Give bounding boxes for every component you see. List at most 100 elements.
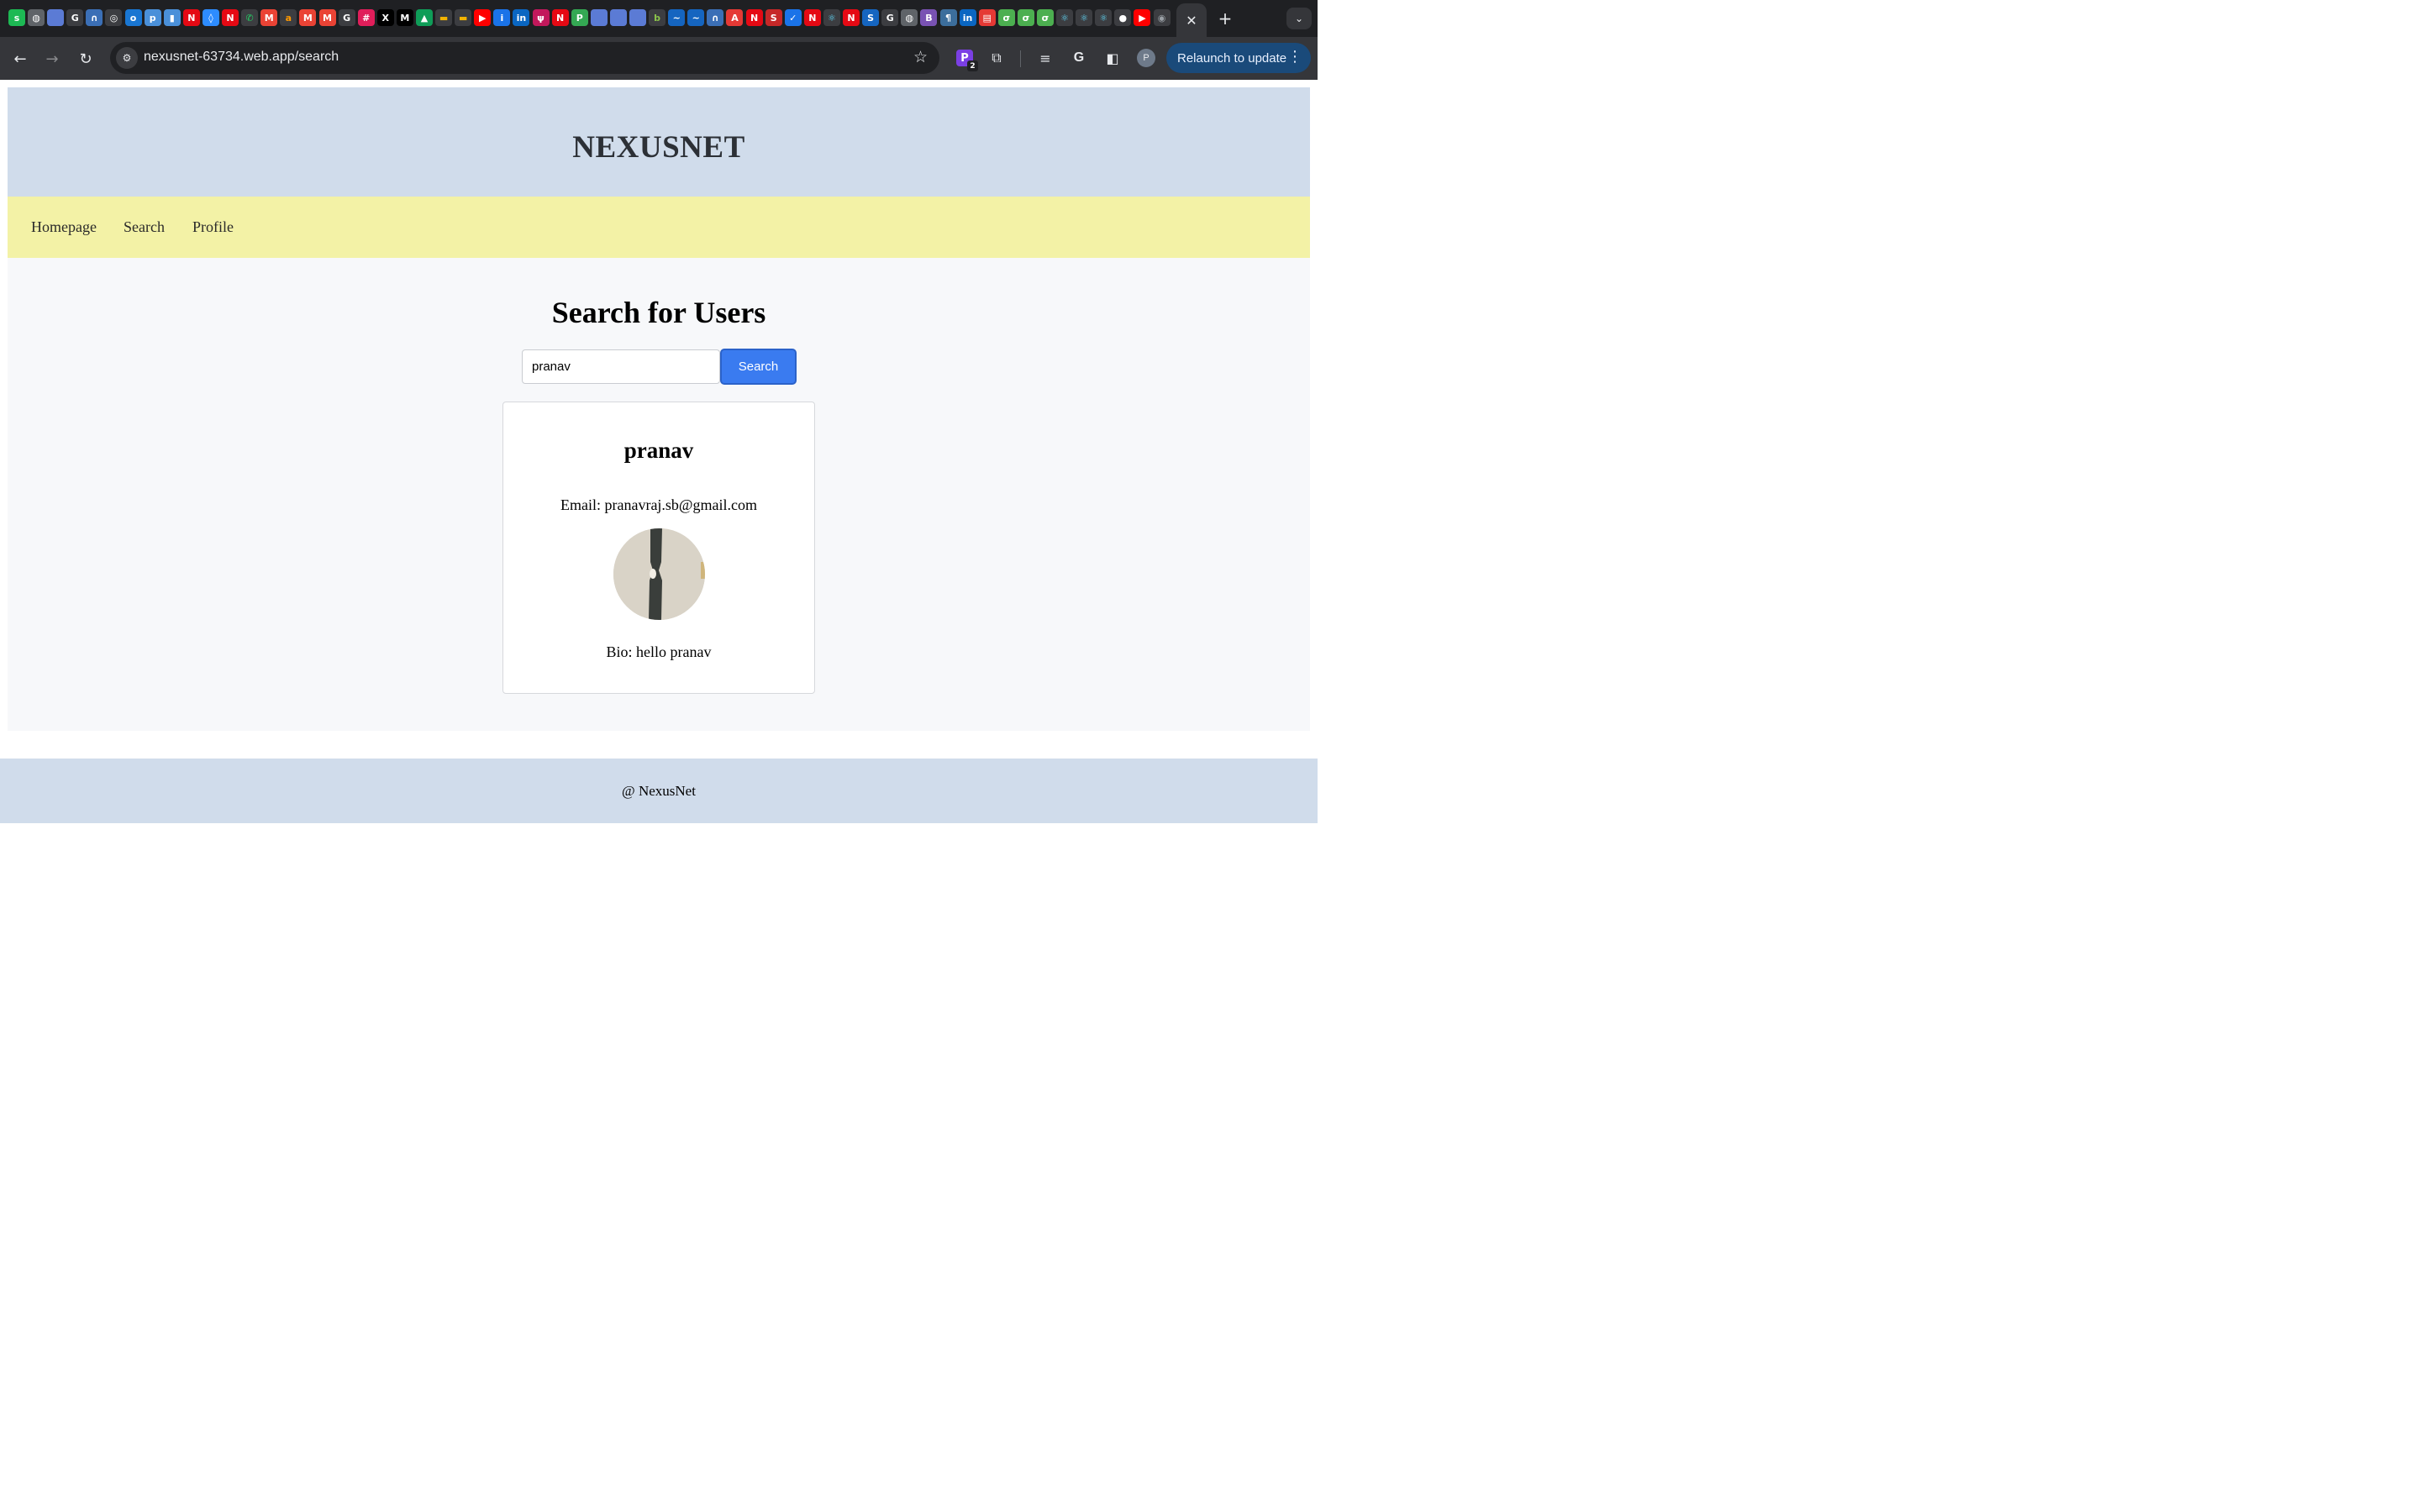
address-bar[interactable]: ⚙ nexusnet-63734.web.app/search ☆ xyxy=(110,42,939,74)
wave-icon[interactable]: ~ xyxy=(687,9,705,26)
outlook-icon[interactable]: o xyxy=(124,9,142,26)
active-tab[interactable]: ✕ xyxy=(1176,3,1207,37)
pinned-tabs: s ◍ G ∩ ◎ o p ▮ N ◊ N ✆ Ma M M G # X M ▲ ▬ ▬ ▶ i in ψ N Pb ~ ~ ∩ A N S ✓ N ⚛… xyxy=(8,9,1171,28)
calendar-icon[interactable]: ▤ xyxy=(978,9,996,26)
user-name: pranav xyxy=(623,438,694,463)
page-viewport: NEXUSNET Homepage Search Profile Search … xyxy=(0,80,1318,823)
user-email: Email: pranavraj.sb@gmail.com xyxy=(560,496,757,513)
media-controls-icon[interactable]: ≡ xyxy=(1035,48,1055,68)
react-icon[interactable]: ⚛ xyxy=(1076,9,1093,26)
forward-arrow-icon[interactable]: → xyxy=(40,47,64,71)
medium-icon[interactable]: M xyxy=(396,9,413,26)
site-header: NEXUSNET xyxy=(8,87,1310,197)
wave-icon[interactable]: ~ xyxy=(668,9,686,26)
check-icon[interactable]: ✓ xyxy=(784,9,802,26)
nav-homepage-link[interactable]: Homepage xyxy=(31,218,97,236)
react-icon[interactable]: ⚛ xyxy=(1056,9,1074,26)
site-footer: @ NexusNet xyxy=(0,759,1318,823)
slides-icon[interactable]: ▬ xyxy=(455,9,472,26)
headphones-icon[interactable]: ∩ xyxy=(707,9,724,26)
footer-copyright: @ NexusNet xyxy=(622,783,696,799)
google-icon[interactable]: G xyxy=(338,9,355,26)
doc-icon[interactable] xyxy=(609,9,627,26)
react-icon[interactable]: ⚛ xyxy=(1095,9,1113,26)
nav-search-link[interactable]: Search xyxy=(124,218,165,236)
youtube-icon[interactable]: ▶ xyxy=(1134,9,1151,26)
site-nav: Homepage Search Profile xyxy=(8,197,1310,258)
netflix-icon[interactable]: N xyxy=(182,9,200,26)
tab-search-icon[interactable]: ⌄ xyxy=(1286,8,1312,29)
extensions-puzzle-icon[interactable]: ⧉ xyxy=(986,48,1007,68)
bulb-icon[interactable]: ◊ xyxy=(202,9,219,26)
google-icon[interactable]: G xyxy=(66,9,84,26)
bootstrap-icon[interactable]: B xyxy=(920,9,938,26)
new-tab-button[interactable]: + xyxy=(1215,8,1235,29)
s-logo-icon[interactable]: S xyxy=(765,9,782,26)
leaf-icon[interactable]: b xyxy=(649,9,666,26)
site-title: NEXUSNET xyxy=(572,130,745,165)
mongodb-icon[interactable]: σ xyxy=(997,9,1015,26)
page-title: Search for Users xyxy=(551,296,766,329)
parking-icon[interactable]: p xyxy=(144,9,161,26)
google-lens-icon[interactable]: G xyxy=(1069,48,1089,68)
youtube-icon[interactable]: ▶ xyxy=(474,9,492,26)
google-icon[interactable]: G xyxy=(881,9,899,26)
chrome-icon[interactable]: ◉ xyxy=(1153,9,1171,26)
side-panel-icon[interactable]: ◧ xyxy=(1102,48,1123,68)
browser-toolbar: ← → ↻ ⚙ nexusnet-63734.web.app/search ☆ … xyxy=(0,37,1318,80)
adobe-icon[interactable]: A xyxy=(726,9,744,26)
netflix-icon[interactable]: N xyxy=(803,9,821,26)
profile-avatar[interactable]: P xyxy=(1137,49,1155,67)
search-input[interactable] xyxy=(522,349,720,384)
p-logo-icon[interactable]: P xyxy=(571,9,588,26)
user-result-card[interactable]: pranav Email: pranavraj.sb@gmail.com Bio… xyxy=(502,402,815,694)
search-button[interactable]: Search xyxy=(720,349,797,385)
extension-p-icon[interactable]: P 2 xyxy=(956,50,978,71)
site-settings-icon[interactable]: ⚙ xyxy=(116,47,138,69)
amazon-icon[interactable]: a xyxy=(280,9,297,26)
react-icon[interactable]: ⚛ xyxy=(823,9,840,26)
doc-icon[interactable] xyxy=(47,9,65,26)
trophy-icon[interactable]: ψ xyxy=(532,9,550,26)
chart-icon[interactable]: ▮ xyxy=(163,9,181,26)
code-icon[interactable]: ¶ xyxy=(939,9,957,26)
x-icon[interactable]: X xyxy=(376,9,394,26)
whatsapp-icon[interactable]: ✆ xyxy=(241,9,259,26)
doc-icon[interactable] xyxy=(629,9,646,26)
extension-badge-count: 2 xyxy=(967,60,978,71)
spotify-icon[interactable]: s xyxy=(8,9,25,26)
menu-kebab-icon[interactable]: ⋮ xyxy=(1287,48,1302,66)
netflix-icon[interactable]: N xyxy=(843,9,860,26)
bookmark-star-icon[interactable]: ☆ xyxy=(913,48,928,66)
globe-icon[interactable]: ◍ xyxy=(28,9,45,26)
avatar-photo xyxy=(613,528,705,620)
gmail-icon[interactable]: M xyxy=(318,9,336,26)
nav-profile-link[interactable]: Profile xyxy=(192,218,234,236)
slides-icon[interactable]: ▬ xyxy=(435,9,453,26)
mongodb-icon[interactable]: σ xyxy=(1036,9,1054,26)
netflix-icon[interactable]: N xyxy=(222,9,239,26)
user-bio: Bio: hello pranav xyxy=(606,643,712,660)
headphones-icon[interactable]: ∩ xyxy=(86,9,103,26)
relaunch-button[interactable]: Relaunch to update ⋮ xyxy=(1166,43,1311,73)
close-tab-icon[interactable]: ✕ xyxy=(1186,13,1197,29)
globe-icon[interactable]: ◍ xyxy=(901,9,918,26)
linkedin-icon[interactable]: in xyxy=(513,9,530,26)
netflix-icon[interactable]: N xyxy=(745,9,763,26)
gmail-icon[interactable]: M xyxy=(299,9,317,26)
gmail-icon[interactable]: M xyxy=(260,9,278,26)
browser-tabstrip: s ◍ G ∩ ◎ o p ▮ N ◊ N ✆ Ma M M G # X M ▲ ▬ ▬ ▶ i in ψ N Pb ~ ~ ∩ A N S ✓ N ⚛… xyxy=(0,0,1318,37)
mongodb-icon[interactable]: σ xyxy=(1017,9,1034,26)
github-icon[interactable]: ● xyxy=(1114,9,1132,26)
drive-icon[interactable]: ▲ xyxy=(415,9,433,26)
netflix-icon[interactable]: N xyxy=(551,9,569,26)
reload-icon[interactable]: ↻ xyxy=(74,47,97,71)
info-icon[interactable]: i xyxy=(493,9,511,26)
slack-icon[interactable]: # xyxy=(357,9,375,26)
doc-icon[interactable] xyxy=(590,9,608,26)
s-logo-icon[interactable]: S xyxy=(862,9,880,26)
url-text[interactable]: nexusnet-63734.web.app/search xyxy=(144,50,339,65)
linkedin-icon[interactable]: in xyxy=(959,9,976,26)
camera-icon[interactable]: ◎ xyxy=(105,9,123,26)
back-arrow-icon[interactable]: ← xyxy=(8,47,32,71)
